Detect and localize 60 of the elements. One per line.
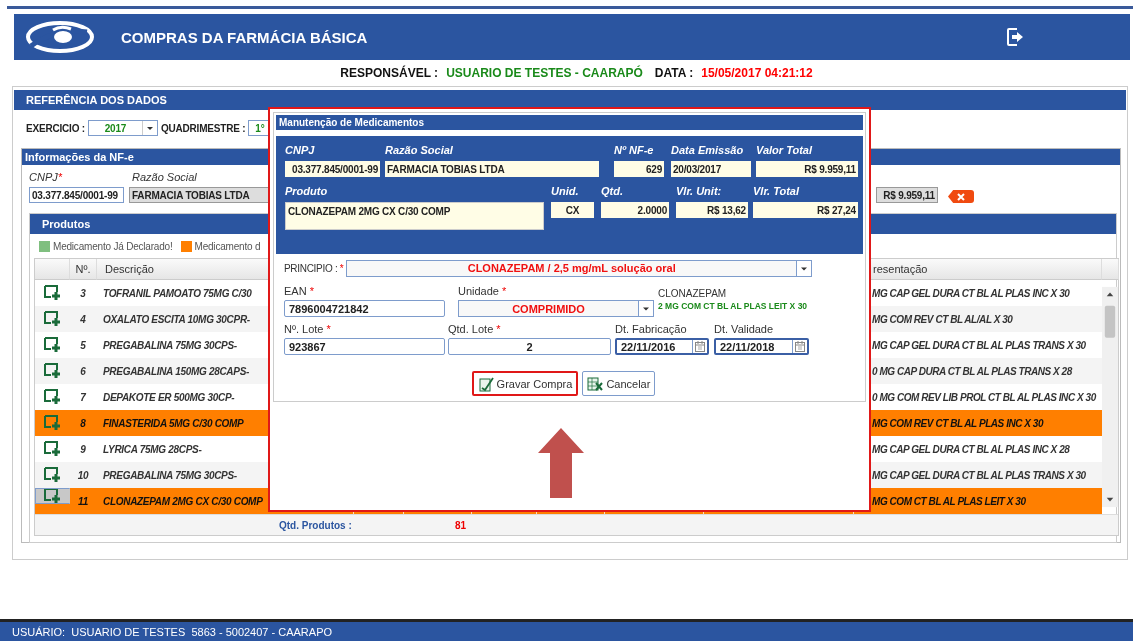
table-cell-text: DEPAKOTE ER 500MG 30CP- — [102, 390, 236, 405]
field-label: PRINCIPIO : * — [284, 262, 344, 274]
field-label: Unidade * — [458, 285, 508, 297]
table-cell-text: MG CAP GEL DURA CT BL AL PLAS TRANS X 30 — [871, 468, 1087, 483]
table-cell-text: 10 — [76, 468, 90, 483]
field-label: QUADRIMESTRE : — [160, 122, 246, 134]
user-label: USUÁRIO: — [12, 625, 66, 638]
dialog-title: Manutenção de Medicamentos — [276, 115, 863, 130]
table-cell-text: MG COM REV CT BL AL/AL X 30 — [871, 312, 1014, 327]
field-label: Razão Social — [131, 171, 198, 183]
table-cell-text: 0 MG CAP DURA CT BL AL PLAS TRANS X 28 — [871, 364, 1074, 379]
table-cell-text: 0 MG COM REV LIB PROL CT BL AL PLAS INC X 30 — [871, 390, 1098, 405]
table-cell-text: 9 — [79, 442, 87, 457]
table-cell-text: CLONAZEPAM 2MG CX C/30 COMP — [102, 494, 264, 509]
table-cell-text: MG CAP GEL DURA CT BL AL PLAS TRANS X 30 — [871, 338, 1087, 353]
note-title: CLONAZEPAM — [658, 288, 728, 299]
field-label: CNPJ* — [29, 171, 64, 183]
field-label: Qtd. Lote * — [448, 323, 502, 335]
column-header: Nº. — [70, 259, 97, 280]
table-cell-text: 5 — [79, 338, 87, 353]
field-label: Dt. Validade — [714, 323, 775, 335]
responsible-label: RESPONSÁVEL : — [340, 66, 439, 80]
table-cell-text: 3 — [79, 286, 87, 301]
user-value: USUARIO DE TESTES 5863 - 5002407 - CAARAPO — [71, 625, 333, 638]
table-cell-text: 11 — [77, 494, 89, 509]
table-cell-text: FINASTERIDA 5MG C/30 COMP — [102, 416, 245, 431]
note-detail: 2 MG COM CT BL AL PLAS LEIT X 30 — [658, 301, 808, 311]
field-label: Qtd. — [601, 185, 624, 197]
field-label: Dt. Fabricação — [615, 323, 688, 335]
table-cell-text: 6 — [79, 364, 87, 379]
table-cell-text: PREGABALINA 150MG 28CAPS- — [102, 364, 251, 379]
table-cell-text: 8 — [79, 416, 87, 431]
responsible-name: USUARIO DE TESTES - CAARAPÓ — [446, 66, 643, 80]
table-cell-text: TOFRANIL PAMOATO 75MG C/30 — [102, 286, 253, 301]
date-value: 15/05/2017 04:21:12 — [701, 66, 813, 80]
table-cell-text: OXALATO ESCITA 10MG 30CPR- — [102, 312, 251, 327]
table-cell-text: MG CAP GEL DURA CT BL AL PLAS INC X 30 — [871, 286, 1071, 301]
table-cell-text: PREGABALINA 75MG 30CPS- — [102, 338, 238, 353]
field-label: Unid. — [551, 185, 580, 197]
field-label: EAN * — [284, 285, 315, 297]
table-cell-text: MG CAP GEL DURA CT BL AL PLAS INC X 28 — [871, 442, 1071, 457]
section-title: REFERÊNCIA DOS DADOS — [14, 90, 1126, 110]
field-label: Produto — [285, 185, 329, 197]
date-label: DATA : — [654, 66, 694, 80]
table-cell-text: 4 — [79, 312, 87, 327]
app-title: COMPRAS DA FARMÁCIA BÁSICA — [121, 28, 368, 46]
column-header: Descrição — [97, 259, 270, 280]
table-cell-text: PREGABALINA 75MG 30CPS- — [102, 468, 238, 483]
field-label: EXERCICIO : — [26, 122, 85, 134]
field-label: Nº. Lote * — [284, 323, 332, 335]
table-cell-text: LYRICA 75MG 28CPS- — [102, 442, 203, 457]
legend-label: Medicamento Já Declarado! — [53, 240, 173, 252]
table-cell-text: MG COM REV CT BL AL PLAS INC X 30 — [871, 416, 1045, 431]
total-value: 81 — [455, 519, 467, 531]
table-cell-text: MG COM CT BL AL PLAS LEIT X 30 — [871, 494, 1027, 509]
legend-label: Medicamento d — [194, 240, 261, 252]
total-label: Qtd. Produtos : — [279, 519, 353, 531]
field-label: Vlr. Unit: — [676, 185, 723, 197]
table-cell-text: 7 — [79, 390, 87, 405]
field-label: Vlr. Total — [753, 185, 801, 197]
